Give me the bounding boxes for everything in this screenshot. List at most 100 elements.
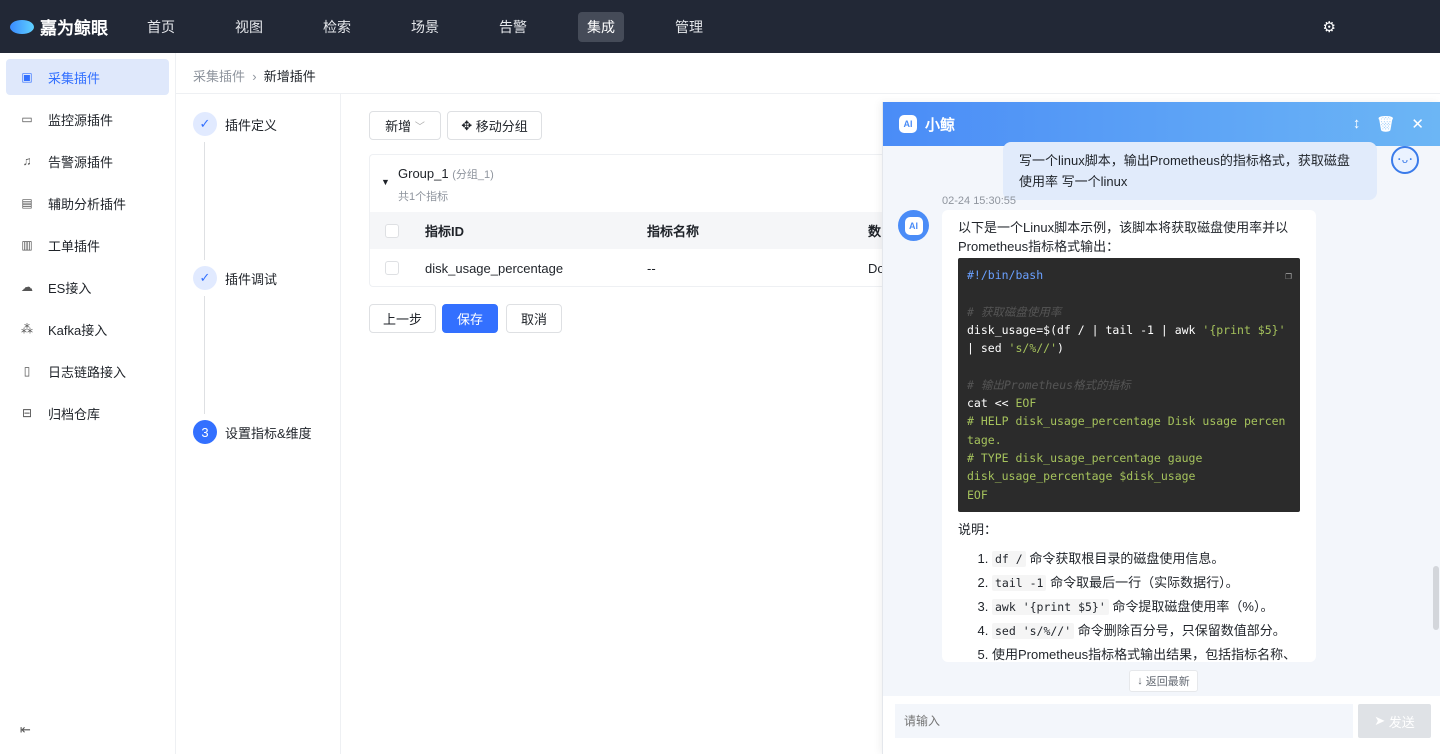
sidebar-item-label: 归档仓库	[48, 406, 101, 422]
sidebar-item-label: 辅助分析插件	[48, 196, 127, 212]
sidebar-item-label: 告警源插件	[48, 154, 114, 170]
resize-icon[interactable]: ↕	[1353, 115, 1361, 133]
code-token: cat <<	[967, 396, 1016, 411]
code-token: 's/%//'	[1008, 341, 1058, 356]
select-all-checkbox[interactable]	[385, 223, 399, 238]
nav-item[interactable]: 管理	[666, 12, 712, 42]
chat-input-row: ➤ 发送	[883, 696, 1440, 754]
step-label: 插件调试	[225, 271, 278, 287]
code-line: #!/bin/bash	[967, 266, 1291, 284]
monitor-icon: ▭	[21, 112, 33, 126]
send-icon: ➤	[1374, 713, 1386, 728]
code-token: # HELP disk_usage_percentage Disk usage …	[967, 414, 1286, 447]
move-group-button[interactable]: ✥ 移动分组	[447, 111, 542, 140]
explanation-list: df / 命令获取根目录的磁盘使用信息。 tail -1 命令取最后一行（实际数据…	[980, 549, 1300, 662]
sidebar-item[interactable]: ▯ 日志链路接入	[6, 353, 169, 389]
list-text: 命令取最后一行（实际数据行）。	[1050, 574, 1239, 590]
sidebar-item[interactable]: ⁂ Kafka接入	[6, 311, 169, 347]
list-item: sed 's/%//' 命令删除百分号，只保留数值部分。	[992, 621, 1300, 641]
copy-icon[interactable]: ❐	[1285, 267, 1292, 285]
breadcrumb-parent[interactable]: 采集插件	[193, 69, 245, 84]
code-token: # 获取磁盘使用率	[967, 304, 1062, 319]
sidebar-item[interactable]: ▤ 辅助分析插件	[6, 185, 169, 221]
sidebar-item-label: 监控源插件	[48, 112, 114, 128]
cell: disk_usage_percentage	[425, 260, 564, 276]
stepper: ✓ 插件定义 ✓ 插件调试 3 设置指标&维度	[176, 94, 341, 754]
user-message: 写一个linux脚本，输出Prometheus的指标格式，获取磁盘使用率 写一个…	[1003, 142, 1377, 200]
code-token: '{print $5}'	[1202, 322, 1286, 337]
nav-item[interactable]: 视图	[226, 12, 272, 42]
code-token: # 输出Prometheus格式的指标	[967, 377, 1131, 392]
nav-item[interactable]: 首页	[138, 12, 184, 42]
sidebar-item[interactable]: ▥ 工单插件	[6, 227, 169, 263]
table-header: 指标ID 指标名称 数	[370, 212, 882, 249]
close-icon[interactable]: ✕	[1411, 115, 1424, 133]
list-text: 使用Prometheus指标格式输出结果，包括指标名称、	[992, 646, 1297, 662]
sidebar-item[interactable]: ⊟ 归档仓库	[6, 395, 169, 431]
sidebar-item[interactable]: ♫ 告警源插件	[6, 143, 169, 179]
breadcrumb: 采集插件 › 新增插件	[193, 69, 316, 84]
kafka-icon: ⁂	[21, 322, 33, 336]
brand-name: 嘉为鲸眼	[40, 19, 108, 38]
metric-group: ▼ Group_1 (分组_1) 共1个指标 指标ID 指标名称 数 disk_…	[369, 154, 885, 287]
sidebar-item-label: 采集插件	[48, 70, 101, 86]
move-icon: ✥	[461, 117, 473, 133]
chat-input[interactable]	[895, 704, 1353, 738]
brand-logo[interactable]: 嘉为鲸眼	[10, 14, 138, 39]
code-line: # HELP disk_usage_percentage Disk usage …	[967, 412, 1291, 449]
save-button[interactable]: 保存	[442, 304, 498, 333]
step-plugin-definition[interactable]: ✓ 插件定义	[193, 112, 277, 136]
nav-item[interactable]: 告警	[490, 12, 536, 42]
eye-logo-icon	[10, 19, 34, 34]
ai-icon: AI	[899, 115, 917, 133]
scrollbar[interactable]	[1433, 566, 1439, 630]
collapse-sidebar-icon[interactable]: ⇤	[20, 722, 31, 738]
nav-item[interactable]: 集成	[578, 11, 624, 42]
step-number: 3	[193, 420, 217, 444]
code-block: ❐ #!/bin/bash # 获取磁盘使用率 disk_usage=$(df / …	[958, 258, 1300, 512]
back-to-latest-button[interactable]: ↓ 返回最新	[1129, 670, 1198, 692]
list-text: 命令提取磁盘使用率（%）。	[1112, 598, 1274, 614]
prev-button[interactable]: 上一步	[369, 304, 436, 333]
trash-icon[interactable]: 🗑	[1376, 115, 1395, 133]
row-checkbox[interactable]	[385, 261, 399, 275]
nav-item[interactable]: 场景	[402, 12, 448, 42]
archive-icon: ⊟	[21, 406, 33, 420]
send-button[interactable]: ➤ 发送	[1358, 704, 1431, 738]
code-token: )	[1057, 341, 1064, 356]
chat-title: 小鲸	[925, 116, 956, 134]
back-latest-label: 返回最新	[1145, 676, 1190, 688]
user-avatar: ･ᴗ･	[1391, 146, 1419, 174]
cancel-button[interactable]: 取消	[506, 304, 562, 333]
analysis-icon: ▤	[21, 196, 33, 210]
code-line: disk_usage_percentage $disk_usage	[967, 467, 1291, 485]
sidebar-item[interactable]: ▭ 监控源插件	[6, 101, 169, 137]
alarm-icon: ♫	[22, 154, 32, 168]
gear-icon[interactable]: ⚙	[1323, 18, 1336, 36]
code-line: # TYPE disk_usage_percentage gauge	[967, 449, 1291, 467]
step-plugin-debug[interactable]: ✓ 插件调试	[193, 266, 277, 290]
nav-item[interactable]: 检索	[314, 12, 360, 42]
step-label: 插件定义	[225, 117, 278, 133]
main-nav: 首页 视图 检索 场景 告警 集成 管理	[138, 11, 754, 42]
arrow-down-icon: ↓	[1137, 675, 1143, 687]
code-token: # TYPE disk_usage_percentage gauge	[967, 450, 1203, 465]
code-line: EOF	[967, 486, 1291, 504]
add-dropdown-button[interactable]: 新增 ﹀	[369, 111, 441, 140]
caret-down-icon[interactable]: ▼	[381, 177, 390, 187]
top-nav-bar: 嘉为鲸眼 首页 视图 检索 场景 告警 集成 管理 ⚙	[0, 0, 1440, 53]
table-row: disk_usage_percentage -- Do	[370, 249, 885, 287]
sidebar-item-label: 日志链路接入	[48, 364, 127, 380]
column-header: 指标名称	[647, 224, 700, 239]
chat-header: AI 小鲸 ↕ 🗑 ✕	[883, 102, 1440, 146]
cloud-icon: ☁	[21, 280, 33, 294]
column-header: 指标ID	[425, 224, 465, 239]
ai-intro-text: 以下是一个Linux脚本示例，该脚本将获取磁盘使用率并以Prometheus指标…	[958, 220, 1289, 254]
sidebar-item[interactable]: ▣ 采集插件	[6, 59, 169, 95]
sidebar-item[interactable]: ☁ ES接入	[6, 269, 169, 305]
code-token: EOF	[967, 487, 988, 502]
step-set-metrics[interactable]: 3 设置指标&维度	[193, 420, 312, 444]
list-text: 命令获取根目录的磁盘使用信息。	[1029, 550, 1225, 566]
check-icon: ✓	[193, 266, 217, 290]
inline-code: awk '{print $5}'	[992, 598, 1109, 615]
